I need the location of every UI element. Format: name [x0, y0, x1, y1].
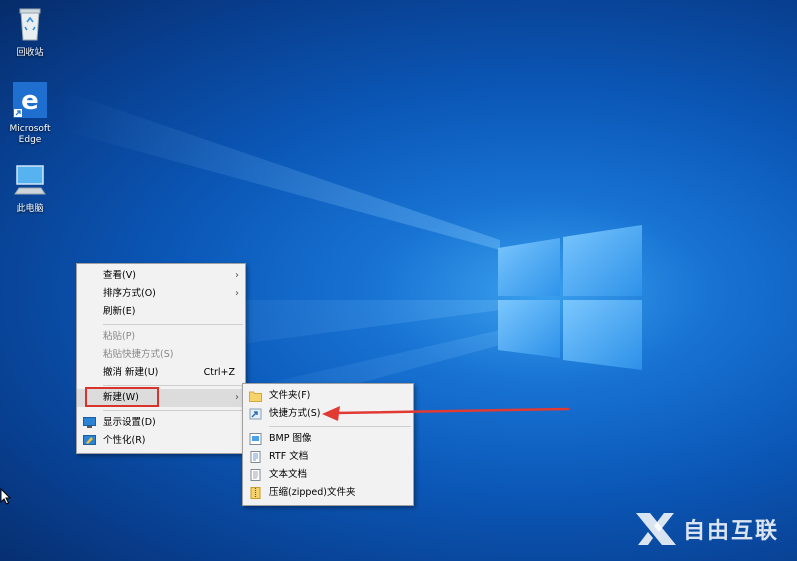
watermark-text: 自由互联 [682, 519, 779, 544]
mouse-cursor-icon [0, 488, 12, 505]
red-arrow-annotation [322, 406, 570, 421]
watermark: 自由互联 [634, 509, 779, 549]
x-logo-icon [635, 513, 676, 545]
